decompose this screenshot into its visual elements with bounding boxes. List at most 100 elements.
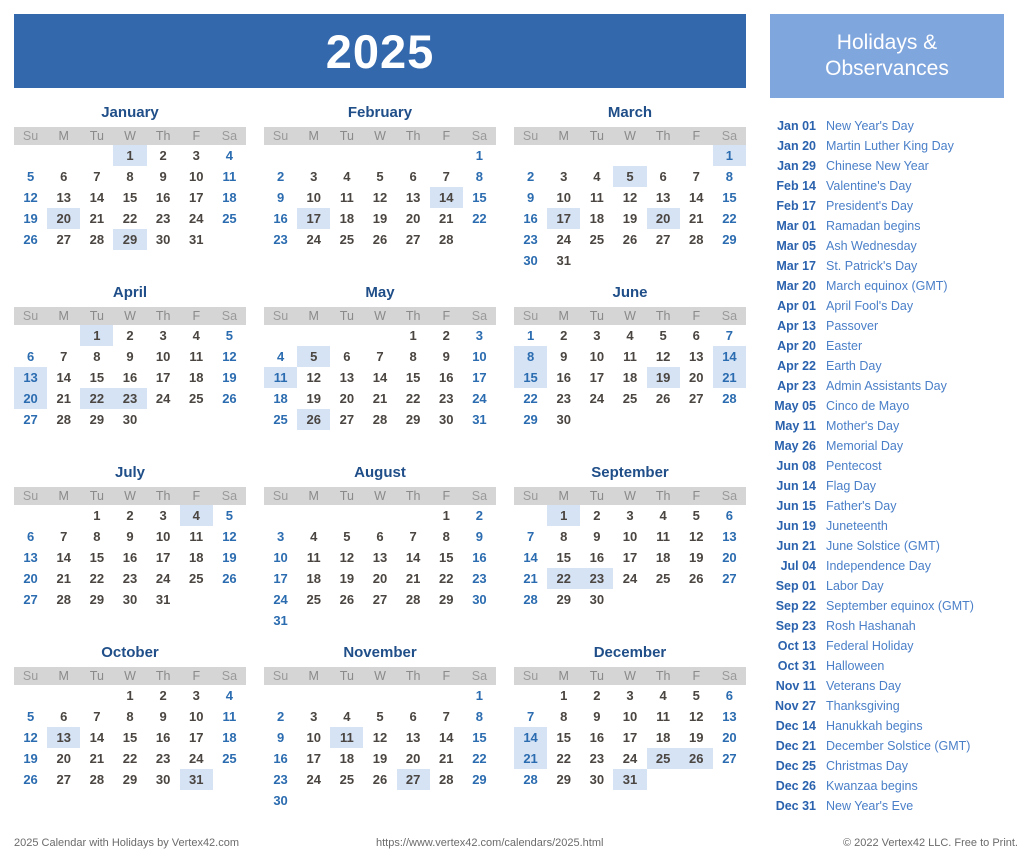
day-cell[interactable]: 27 [647,229,680,250]
day-cell[interactable]: 21 [47,388,80,409]
day-cell[interactable]: 30 [580,589,613,610]
day-cell[interactable]: 27 [47,769,80,790]
day-cell[interactable]: 1 [463,145,496,166]
day-cell[interactable]: 18 [330,748,363,769]
day-cell[interactable]: 23 [514,229,547,250]
day-cell[interactable]: 8 [80,346,113,367]
day-cell[interactable]: 29 [113,229,147,250]
day-cell[interactable]: 8 [514,346,548,367]
day-cell[interactable]: 2 [547,325,580,346]
day-cell[interactable]: 5 [613,166,647,187]
day-cell[interactable]: 15 [397,367,430,388]
day-cell[interactable]: 7 [80,166,113,187]
day-cell[interactable]: 4 [580,166,613,187]
day-cell[interactable]: 28 [363,409,396,430]
day-cell[interactable]: 18 [647,727,680,748]
day-cell[interactable]: 17 [580,367,613,388]
day-cell[interactable]: 20 [397,748,430,769]
day-cell[interactable]: 20 [680,367,713,388]
day-cell[interactable]: 18 [213,187,246,208]
day-cell[interactable]: 10 [180,166,213,187]
day-cell[interactable]: 15 [113,727,146,748]
day-cell[interactable]: 10 [463,346,496,367]
day-cell[interactable]: 17 [264,568,297,589]
day-cell[interactable]: 1 [547,685,580,706]
day-cell[interactable]: 11 [180,346,213,367]
day-cell[interactable]: 25 [330,229,363,250]
day-cell[interactable]: 21 [430,748,463,769]
day-cell[interactable]: 9 [113,346,146,367]
day-cell[interactable]: 30 [430,409,463,430]
day-cell[interactable]: 26 [14,769,47,790]
day-cell[interactable]: 21 [397,568,430,589]
day-cell[interactable]: 15 [547,727,580,748]
day-cell[interactable]: 2 [113,325,146,346]
day-cell[interactable]: 9 [514,187,547,208]
day-cell[interactable]: 15 [80,367,113,388]
day-cell[interactable]: 28 [713,388,746,409]
day-cell[interactable]: 13 [680,346,713,367]
footer-url[interactable]: https://www.vertex42.com/calendars/2025.… [376,837,843,849]
day-cell[interactable]: 22 [463,208,496,229]
day-cell[interactable]: 1 [547,505,581,526]
day-cell[interactable]: 29 [80,409,113,430]
day-cell[interactable]: 19 [14,748,47,769]
day-cell[interactable]: 31 [147,589,180,610]
day-cell[interactable]: 5 [680,685,713,706]
day-cell[interactable]: 31 [264,610,297,631]
day-cell[interactable]: 22 [547,748,580,769]
day-cell[interactable]: 29 [397,409,430,430]
day-cell[interactable]: 16 [514,208,547,229]
day-cell[interactable]: 2 [264,706,297,727]
day-cell[interactable]: 2 [264,166,297,187]
day-cell[interactable]: 12 [363,187,396,208]
day-cell[interactable]: 11 [613,346,646,367]
day-cell[interactable]: 14 [47,367,80,388]
day-cell[interactable]: 10 [297,187,330,208]
day-cell[interactable]: 1 [397,325,430,346]
day-cell[interactable]: 3 [147,325,180,346]
day-cell[interactable]: 16 [264,748,297,769]
day-cell[interactable]: 27 [397,229,430,250]
day-cell[interactable]: 13 [647,187,680,208]
day-cell[interactable]: 31 [463,409,496,430]
day-cell[interactable]: 19 [680,547,713,568]
day-cell[interactable]: 20 [14,568,47,589]
day-cell[interactable]: 25 [613,388,646,409]
day-cell[interactable]: 15 [463,727,496,748]
day-cell[interactable]: 4 [264,346,297,367]
day-cell[interactable]: 11 [580,187,613,208]
day-cell[interactable]: 6 [14,526,47,547]
day-cell[interactable]: 12 [14,187,47,208]
day-cell[interactable]: 6 [330,346,363,367]
day-cell[interactable]: 4 [330,166,363,187]
day-cell[interactable]: 3 [613,505,646,526]
day-cell[interactable]: 25 [646,748,680,769]
day-cell[interactable]: 6 [47,706,80,727]
day-cell[interactable]: 12 [680,526,713,547]
day-cell[interactable]: 19 [613,208,646,229]
day-cell[interactable]: 24 [613,568,646,589]
day-cell[interactable]: 29 [113,769,146,790]
day-cell[interactable]: 10 [580,346,613,367]
day-cell[interactable]: 21 [514,748,548,769]
day-cell[interactable]: 19 [680,727,713,748]
day-cell[interactable]: 3 [580,325,613,346]
day-cell[interactable]: 25 [330,769,363,790]
day-cell[interactable]: 14 [514,547,547,568]
day-cell[interactable]: 13 [47,727,81,748]
day-cell[interactable]: 9 [580,526,613,547]
day-cell[interactable]: 28 [80,229,113,250]
day-cell[interactable]: 17 [180,187,213,208]
day-cell[interactable]: 16 [113,547,146,568]
day-cell[interactable]: 25 [213,748,246,769]
day-cell[interactable]: 17 [297,208,331,229]
day-cell[interactable]: 4 [647,505,680,526]
day-cell[interactable]: 11 [297,547,330,568]
day-cell[interactable]: 13 [14,547,47,568]
day-cell[interactable]: 11 [180,526,213,547]
day-cell[interactable]: 18 [180,547,213,568]
day-cell[interactable]: 28 [514,769,547,790]
day-cell[interactable]: 19 [213,547,246,568]
day-cell[interactable]: 11 [213,166,246,187]
